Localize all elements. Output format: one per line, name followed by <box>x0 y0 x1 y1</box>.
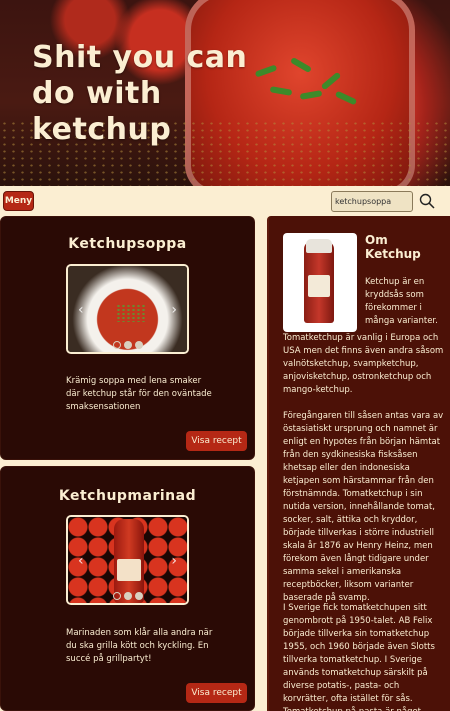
chevron-right-icon[interactable]: › <box>171 302 177 318</box>
search-icon[interactable] <box>419 193 435 209</box>
card-title: Ketchupsoppa <box>68 236 187 252</box>
image-carousel[interactable]: ‹ › <box>66 515 189 605</box>
carousel-dots <box>68 592 187 600</box>
card-description: Krämig soppa med lena smaker där ketchup… <box>66 376 212 412</box>
carousel-dots <box>68 341 187 349</box>
carousel-dot[interactable] <box>134 341 143 349</box>
hero-title: Shit you can do with ketchup <box>32 40 248 147</box>
carousel-dot[interactable] <box>123 341 132 349</box>
show-recipe-button[interactable]: Visa recept <box>186 683 247 703</box>
sidebar-paragraph: I Sverige fick tomatketchupen sitt genom… <box>283 603 435 711</box>
herb-garnish <box>116 304 146 322</box>
image-carousel[interactable]: ‹ › <box>66 264 189 354</box>
carousel-dot[interactable] <box>123 592 132 600</box>
chevron-left-icon[interactable]: ‹ <box>78 553 84 569</box>
bottle-label <box>117 559 141 581</box>
search-input[interactable] <box>331 191 413 212</box>
card-title: Ketchupmarinad <box>58 488 197 504</box>
menu-button[interactable]: Meny <box>3 191 34 211</box>
sidebar-title: Om Ketchup <box>365 233 421 261</box>
chevron-left-icon[interactable]: ‹ <box>78 302 84 318</box>
sidebar-intro: Ketchup är en kryddsås som förekommer i … <box>365 277 438 326</box>
carousel-dot[interactable] <box>112 592 121 600</box>
chevron-right-icon[interactable]: › <box>171 553 177 569</box>
show-recipe-button[interactable]: Visa recept <box>186 431 247 451</box>
bottle-label <box>308 275 330 297</box>
carousel-dot[interactable] <box>112 341 121 349</box>
card-description: Marinaden som klår alla andra när du ska… <box>66 628 213 664</box>
carousel-dot[interactable] <box>134 592 143 600</box>
sidebar-paragraph: Tomatketchup är vanlig i Europa och USA … <box>283 333 444 395</box>
sidebar-paragraph: Föregångaren till såsen antas vara av ös… <box>283 411 444 603</box>
bottle-cap <box>306 239 332 253</box>
